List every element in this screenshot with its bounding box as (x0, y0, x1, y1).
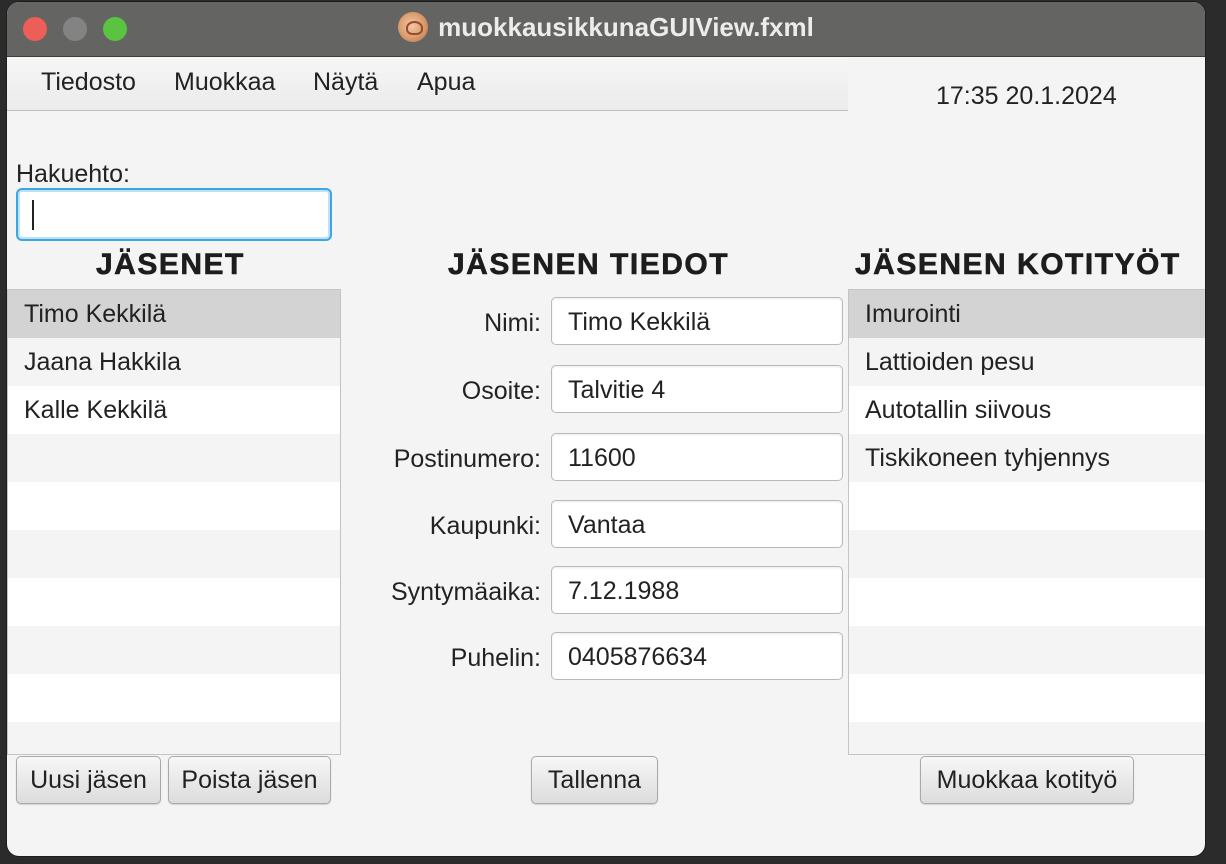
city-field[interactable]: Vantaa (551, 500, 843, 548)
empty-row (8, 674, 340, 722)
city-label: Kaupunki: (429, 512, 541, 540)
name-field[interactable]: Timo Kekkilä (551, 297, 843, 345)
menu-tiedosto[interactable]: Tiedosto (37, 68, 140, 97)
chore-name: Lattioiden pesu (865, 348, 1035, 376)
chore-name: Imurointi (865, 300, 961, 328)
menu-muokkaa[interactable]: Muokkaa (170, 68, 279, 97)
empty-row (849, 626, 1205, 674)
phone-field[interactable]: 0405876634 (551, 632, 843, 680)
search-label: Hakuehto: (16, 160, 130, 188)
menu-apua[interactable]: Apua (413, 68, 479, 97)
empty-row (8, 722, 340, 754)
details-heading: JÄSENEN TIEDOT (448, 248, 730, 282)
app-icon (398, 12, 429, 42)
member-row[interactable]: Timo Kekkilä (8, 290, 340, 338)
address-label: Osoite: (461, 377, 541, 405)
edit-chore-button[interactable]: Muokkaa kotityö (920, 756, 1134, 804)
chore-row[interactable]: Lattioiden pesu (849, 338, 1205, 386)
postal-code-label: Postinumero: (393, 445, 541, 473)
empty-row (8, 578, 340, 626)
window-title: muokkausikkunaGUIView.fxml (438, 11, 814, 42)
chores-list[interactable]: Imurointi Lattioiden pesu Autotallin sii… (848, 289, 1205, 755)
birthdate-field[interactable]: 7.12.1988 (551, 566, 843, 614)
name-label: Nimi: (484, 309, 541, 337)
chores-heading: JÄSENEN KOTITYÖT (855, 248, 1181, 282)
member-row[interactable]: Jaana Hakkila (8, 338, 340, 386)
new-member-button[interactable]: Uusi jäsen (16, 756, 161, 804)
chore-row[interactable]: Tiskikoneen tyhjennys (849, 434, 1205, 482)
app-window: muokkausikkunaGUIView.fxml Tiedosto Muok… (7, 2, 1205, 856)
window-title-group: muokkausikkunaGUIView.fxml (7, 2, 1205, 56)
empty-row (849, 578, 1205, 626)
chore-row[interactable]: Imurointi (849, 290, 1205, 338)
text-caret (32, 200, 34, 230)
birthdate-label: Syntymäaika: (390, 578, 541, 606)
delete-member-button[interactable]: Poista jäsen (168, 756, 331, 804)
empty-row (849, 530, 1205, 578)
empty-row (849, 674, 1205, 722)
menu-nayta[interactable]: Näytä (309, 68, 382, 97)
empty-row (849, 482, 1205, 530)
phone-label: Puhelin: (450, 644, 541, 672)
title-bar: muokkausikkunaGUIView.fxml (7, 2, 1205, 57)
empty-row (8, 482, 340, 530)
empty-row (8, 626, 340, 674)
members-list[interactable]: Timo Kekkilä Jaana Hakkila Kalle Kekkilä (7, 289, 341, 755)
chore-name: Tiskikoneen tyhjennys (865, 444, 1111, 472)
postal-code-field[interactable]: 11600 (551, 433, 843, 481)
member-row[interactable]: Kalle Kekkilä (8, 386, 340, 434)
empty-row (8, 434, 340, 482)
empty-row (849, 722, 1205, 754)
menu-bar: Tiedosto Muokkaa Näytä Apua (7, 58, 848, 111)
search-input[interactable] (16, 188, 332, 241)
save-button[interactable]: Tallenna (531, 756, 658, 804)
member-name: Jaana Hakkila (24, 348, 182, 376)
clock-label: 17:35 20.1.2024 (936, 82, 1117, 110)
member-name: Kalle Kekkilä (24, 396, 168, 424)
member-name: Timo Kekkilä (24, 300, 167, 328)
empty-row (8, 530, 340, 578)
chore-row[interactable]: Autotallin siivous (849, 386, 1205, 434)
chore-name: Autotallin siivous (865, 396, 1052, 424)
address-field[interactable]: Talvitie 4 (551, 365, 843, 413)
members-heading: JÄSENET (96, 248, 245, 282)
